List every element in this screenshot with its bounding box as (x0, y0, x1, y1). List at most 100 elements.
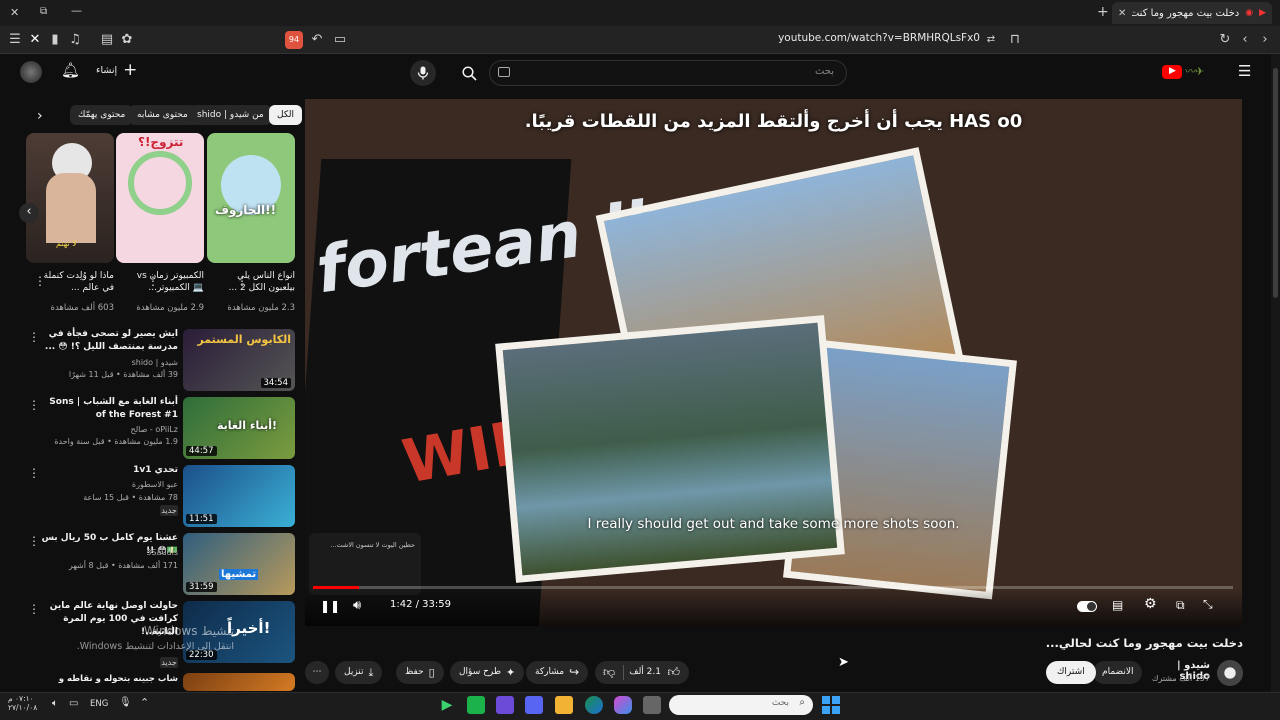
minimize-window-icon[interactable]: — (71, 4, 82, 17)
video-more-icon[interactable]: ⋮ (28, 330, 40, 344)
video-player[interactable]: fortean lives WILD OUT HAS o0 يجب أن أخر… (305, 99, 1242, 626)
short-title[interactable]: انواع الناس يلي بيلعبون الكل 2 ... (215, 270, 295, 294)
save-button[interactable]: ▯ حفظ (396, 661, 444, 684)
video-title[interactable]: تحدي 1v1 (40, 464, 178, 477)
ask-button[interactable]: ✦ طرح سؤال (450, 661, 525, 684)
short-more-icon[interactable]: ⋮ (147, 274, 159, 288)
extensions-icon[interactable]: ✿ (118, 31, 136, 49)
keyboard-icon[interactable] (498, 67, 510, 77)
speaker-icon[interactable]: 🔈︎ (52, 698, 58, 709)
short-card[interactable]: تتزوج!؟ (116, 133, 204, 263)
page-scrollbar[interactable] (1271, 54, 1280, 692)
pause-icon[interactable]: ❚❚ (320, 599, 340, 613)
more-actions-button[interactable]: ⋯ (305, 661, 329, 684)
guide-menu-icon[interactable]: ☰ (1238, 62, 1251, 80)
brave-shield-icon[interactable]: 94 (285, 31, 303, 49)
like-icon[interactable]: 👍︎ (667, 661, 680, 684)
network-icon[interactable]: ▭ (69, 698, 78, 709)
taskbar-search[interactable]: بحث ⌕ (669, 695, 813, 715)
miniplayer-icon[interactable]: ⧉ (1176, 598, 1185, 613)
short-more-icon[interactable]: ⋮ (34, 274, 46, 288)
channel-name[interactable]: 3Saudis (40, 547, 178, 558)
browser-tab[interactable]: ▶ ◉ دخلت بيت مهجور وما كنت لحالي... ✕ (1112, 2, 1272, 24)
close-tab-icon[interactable]: ✕ (1118, 8, 1126, 19)
autoplay-toggle[interactable] (1077, 601, 1097, 612)
captions-icon[interactable]: ▤ (1112, 598, 1123, 612)
dislike-icon[interactable]: 👎︎ (603, 661, 615, 684)
chip-related[interactable]: محتوى مشابه (129, 105, 196, 125)
video-title[interactable]: شاب جبينه بتحوله و نقاطه و يتجسد من جديد (40, 673, 178, 687)
wallet-icon[interactable]: ▤ (98, 31, 116, 49)
video-more-icon[interactable]: ⋮ (28, 466, 40, 480)
video-thumbnail[interactable]: الكابوس المستمر 34:54 (183, 329, 295, 391)
menu-icon[interactable]: ☰ (6, 31, 24, 49)
task-view-icon[interactable] (643, 696, 661, 714)
share-button[interactable]: ↪ مشاركة (526, 661, 589, 684)
music-icon[interactable]: ♫ (66, 31, 84, 49)
video-title[interactable]: ايش يصير لو تصحى فجأة في مدرسة بمنتصف ال… (40, 328, 178, 354)
progress-bar[interactable] (313, 586, 1233, 589)
close-window-icon[interactable]: ✕ (10, 6, 19, 19)
notifications-bell-icon[interactable]: 🔔︎ (61, 61, 80, 79)
whatsapp-icon[interactable] (467, 696, 485, 714)
site-settings-icon[interactable]: ⇄ (982, 31, 1000, 49)
short-card[interactable]: لا تهتم (26, 133, 114, 263)
channel-name[interactable]: oPiiLz - صالح (40, 424, 178, 435)
short-title[interactable]: الكمبيوتر زمان vs 💻 الكمبيوتر... (124, 270, 204, 294)
channel-avatar[interactable] (1217, 660, 1243, 686)
reload-icon[interactable]: ↻ (1216, 31, 1234, 49)
mic-tray-icon[interactable]: 🎙︎ (119, 697, 132, 708)
address-bar[interactable]: youtube.com/watch?v=BRMHRQLsFx0 (760, 32, 980, 48)
x-icon[interactable]: ✕ (26, 31, 44, 49)
video-thumbnail[interactable]: 11:51 (183, 465, 295, 527)
edge-icon[interactable] (585, 696, 603, 714)
settings-gear-icon[interactable]: ⚙ (1144, 596, 1157, 612)
short-more-icon[interactable]: ⋮ (236, 274, 248, 288)
new-tab-icon[interactable]: + (1097, 4, 1109, 20)
shorts-prev-icon[interactable]: ‹ (19, 203, 39, 223)
video-thumbnail[interactable]: أبناء الغابة! 44:57 (183, 397, 295, 459)
video-more-icon[interactable]: ⋮ (28, 534, 40, 548)
discord-icon[interactable] (525, 696, 543, 714)
video-thumbnail[interactable] (183, 673, 295, 691)
file-explorer-icon[interactable] (555, 696, 573, 714)
join-button[interactable]: الانضمام (1093, 661, 1143, 684)
clock[interactable]: ٠٧:١٠ م ٢٧/١٠/٠٨ (8, 694, 42, 712)
sidebar-icon[interactable]: ▮ (46, 31, 64, 49)
search-button[interactable] (453, 60, 485, 86)
avatar[interactable] (20, 61, 42, 83)
video-more-icon[interactable]: ⋮ (28, 398, 40, 412)
search-input[interactable]: بحث (489, 60, 847, 86)
vs-app-icon[interactable] (496, 696, 514, 714)
fullscreen-icon[interactable]: ⤡ (1203, 597, 1213, 612)
chip-all[interactable]: الكل (269, 105, 303, 125)
video-title[interactable]: أبناء الغابة مع الشباب | Sons of the For… (40, 396, 178, 422)
short-title[interactable]: ماذا لو وُلِدت كنملة في عالم ... (34, 270, 114, 294)
voice-search-button[interactable] (410, 60, 436, 86)
reader-mode-icon[interactable]: ▭ (331, 31, 349, 49)
language-indicator[interactable]: ENG (90, 699, 108, 709)
download-button[interactable]: ⤓ تنزيل (335, 661, 383, 684)
bookmark-icon[interactable]: ⊓ (1006, 31, 1024, 49)
volume-icon[interactable]: 🔊︎ (353, 598, 361, 613)
youtube-logo-icon[interactable]: ▶ (1162, 65, 1182, 79)
video-more-icon[interactable]: ⋮ (28, 602, 40, 616)
chip-from-shido[interactable]: من شيدو | shido (189, 105, 272, 125)
scrollbar-thumb[interactable] (1273, 68, 1278, 298)
create-button[interactable]: إنشاء + (96, 62, 137, 79)
video-thumbnail[interactable]: تمشيها 31:59 (183, 533, 295, 595)
rewind-icon[interactable]: ↶ (308, 31, 326, 49)
restore-window-icon[interactable]: ⧉ (40, 6, 47, 17)
windows-start-icon[interactable] (822, 696, 840, 714)
short-card[interactable]: الخاروف!! (207, 133, 295, 263)
channel-doodle-logo[interactable]: 〰︎✈︎ (1184, 63, 1230, 81)
copilot-icon[interactable] (614, 696, 632, 714)
forward-icon[interactable]: › (1256, 31, 1274, 49)
subscribe-button[interactable]: اشتراك (1046, 661, 1096, 684)
chip-for-you[interactable]: محتوى يهمّك (70, 105, 134, 125)
play-app-icon[interactable]: ▶ (438, 696, 456, 714)
audio-playing-icon[interactable]: ◉ (1245, 8, 1253, 18)
tray-expand-icon[interactable]: ⌃ (140, 696, 149, 709)
chips-next-icon[interactable]: › (37, 108, 43, 124)
channel-name[interactable]: شيدو | shido (40, 357, 178, 368)
